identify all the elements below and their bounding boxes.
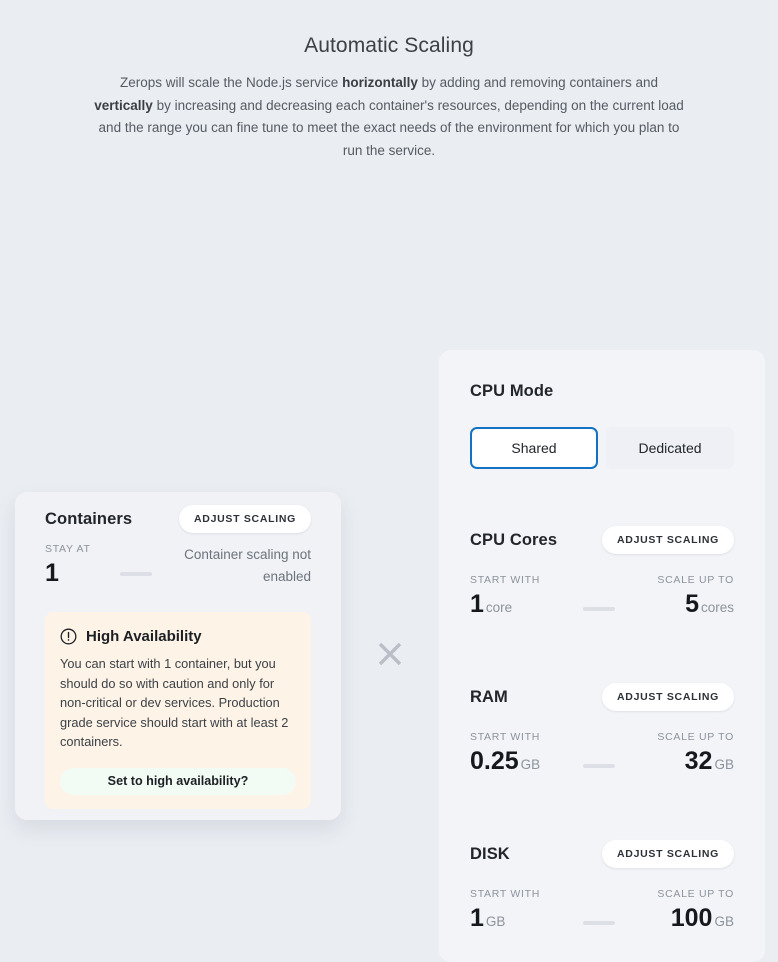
disk-max-value: 100: [670, 904, 713, 932]
disk-title: DISK: [470, 844, 510, 863]
desc-text-2: by adding and removing containers and: [417, 75, 659, 90]
desc-bold-horizontally: horizontally: [342, 75, 418, 90]
containers-card: Containers ADJUST SCALING STAY AT 1 Cont…: [15, 492, 341, 820]
cpu-mode-option-shared[interactable]: Shared: [470, 427, 598, 469]
cpu-cores-start-value: 1: [470, 590, 484, 618]
high-availability-warning-header: High Availability: [60, 628, 296, 645]
cpu-mode-toggle-group: Shared Dedicated: [470, 427, 734, 469]
cpu-mode-header: CPU Mode: [470, 374, 734, 408]
ram-header: RAM ADJUST SCALING: [470, 680, 734, 714]
containers-adjust-scaling-button[interactable]: ADJUST SCALING: [179, 505, 311, 533]
disk-start-value: 1: [470, 904, 484, 932]
alert-circle-icon: [60, 628, 77, 645]
ram-start-col: START WITH 0.25 GB: [470, 731, 540, 780]
ram-start-value: 0.25: [470, 747, 519, 775]
cpu-mode-section: CPU Mode Shared Dedicated: [470, 350, 734, 469]
ram-max-label: SCALE UP TO: [657, 731, 734, 743]
containers-header: Containers ADJUST SCALING: [45, 492, 311, 533]
ram-range-row: START WITH 0.25 GB SCALE UP TO 32 GB: [470, 731, 734, 780]
page-header: Automatic Scaling Zerops will scale the …: [0, 0, 778, 162]
ram-adjust-scaling-button[interactable]: ADJUST SCALING: [602, 683, 734, 711]
ram-max-value-wrap: 32 GB: [685, 746, 734, 780]
scaling-settings-panel: CPU Mode Shared Dedicated CPU Cores ADJU…: [439, 350, 765, 962]
cpu-cores-max-label: SCALE UP TO: [657, 574, 734, 586]
ram-max-col: SCALE UP TO 32 GB: [657, 731, 734, 780]
cpu-cores-start-unit: core: [485, 600, 513, 615]
disk-adjust-scaling-button[interactable]: ADJUST SCALING: [602, 840, 734, 868]
high-availability-warning: High Availability You can start with 1 c…: [45, 612, 311, 809]
cpu-cores-start-value-wrap: 1 core: [470, 589, 540, 623]
desc-text-1: Zerops will scale the Node.js service: [119, 75, 343, 90]
cpu-cores-start-label: START WITH: [470, 574, 540, 586]
cpu-cores-section: CPU Cores ADJUST SCALING START WITH 1 cor…: [470, 523, 734, 623]
containers-start-col: STAY AT 1: [45, 543, 91, 588]
disk-max-value-wrap: 100 GB: [671, 903, 734, 937]
page-title: Automatic Scaling: [304, 34, 474, 57]
ram-max-unit: GB: [714, 757, 734, 772]
cpu-cores-max-value-wrap: 5 cores: [685, 589, 734, 623]
disk-max-unit: GB: [714, 914, 734, 929]
desc-text-3: by increasing and decreasing each contai…: [98, 97, 684, 158]
cpu-cores-max-col: SCALE UP TO 5 cores: [657, 574, 734, 623]
ram-start-unit: GB: [520, 757, 541, 772]
high-availability-title: High Availability: [86, 628, 202, 645]
disk-start-label: START WITH: [470, 888, 540, 900]
ram-start-value-wrap: 0.25 GB: [470, 746, 540, 780]
disk-range-row: START WITH 1 GB SCALE UP TO 100 GB: [470, 888, 734, 937]
close-x-icon[interactable]: [373, 637, 407, 671]
cpu-mode-option-dedicated[interactable]: Dedicated: [606, 427, 734, 469]
cpu-cores-slider-track[interactable]: [582, 607, 615, 611]
disk-max-label: SCALE UP TO: [657, 888, 734, 900]
containers-range-row: STAY AT 1 Container scaling not enabled: [45, 543, 311, 588]
cpu-cores-max-unit: cores: [700, 600, 734, 615]
cpu-cores-adjust-scaling-button[interactable]: ADJUST SCALING: [602, 526, 734, 554]
ram-slider-track[interactable]: [582, 764, 615, 768]
cpu-cores-max-value: 5: [685, 590, 699, 618]
ram-title: RAM: [470, 687, 508, 706]
ram-start-label: START WITH: [470, 731, 540, 743]
containers-note: Container scaling not enabled: [184, 547, 311, 584]
disk-start-value-wrap: 1 GB: [470, 903, 540, 937]
ram-max-value: 32: [684, 747, 713, 775]
containers-start-value: 1: [45, 559, 59, 587]
disk-start-col: START WITH 1 GB: [470, 888, 540, 937]
ram-section: RAM ADJUST SCALING START WITH 0.25 GB SCA…: [470, 680, 734, 780]
page-description: Zerops will scale the Node.js service ho…: [89, 72, 689, 162]
disk-header: DISK ADJUST SCALING: [470, 837, 734, 871]
containers-start-label: STAY AT: [45, 543, 91, 555]
cpu-cores-title: CPU Cores: [470, 530, 558, 549]
disk-slider-track[interactable]: [582, 921, 615, 925]
cpu-mode-title: CPU Mode: [470, 381, 554, 400]
disk-max-col: SCALE UP TO 100 GB: [657, 888, 734, 937]
cpu-cores-range-row: START WITH 1 core SCALE UP TO 5 cores: [470, 574, 734, 623]
set-high-availability-button[interactable]: Set to high availability?: [60, 767, 296, 795]
containers-title: Containers: [45, 509, 133, 528]
disk-start-unit: GB: [485, 914, 506, 929]
high-availability-text: You can start with 1 container, but you …: [60, 656, 289, 749]
disk-section: DISK ADJUST SCALING START WITH 1 GB SCALE…: [470, 837, 734, 937]
cpu-cores-header: CPU Cores ADJUST SCALING: [470, 523, 734, 557]
cpu-cores-start-col: START WITH 1 core: [470, 574, 540, 623]
desc-bold-vertically: vertically: [94, 97, 153, 113]
containers-slider-track[interactable]: [119, 572, 152, 576]
